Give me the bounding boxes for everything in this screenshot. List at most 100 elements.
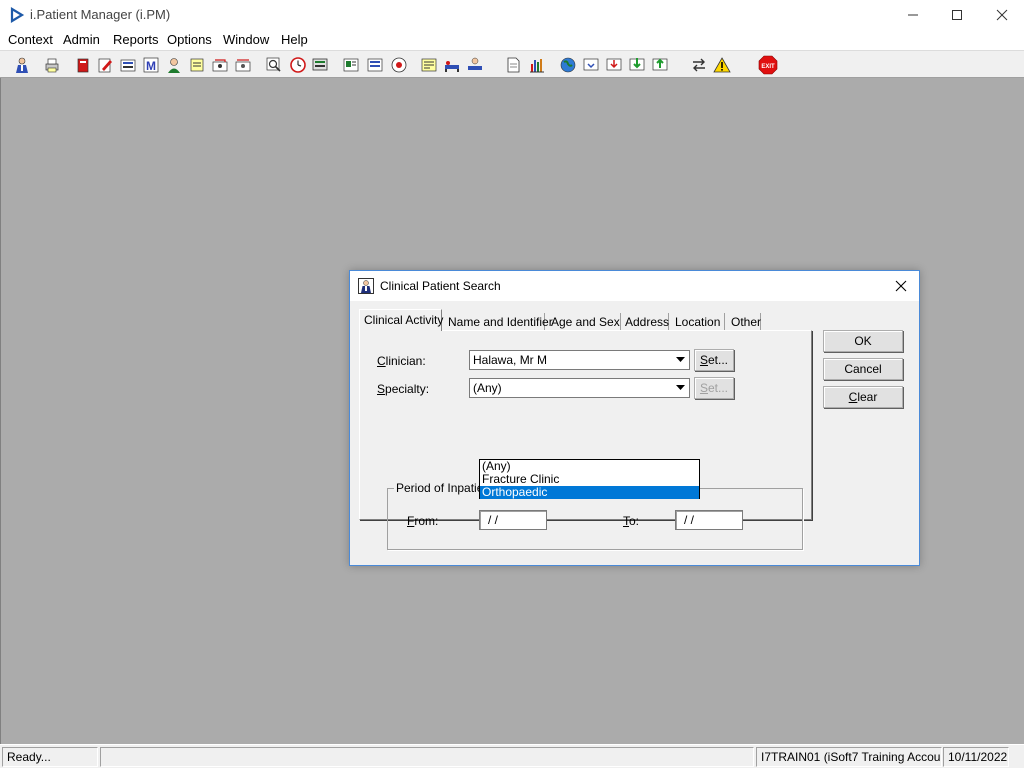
tb-screen-button[interactable] xyxy=(309,54,331,76)
tb-export-button[interactable] xyxy=(649,54,671,76)
ward-icon xyxy=(468,57,482,70)
tab-location[interactable]: Location xyxy=(671,313,725,331)
cancel-button[interactable]: Cancel xyxy=(823,358,903,380)
clear-accel: C xyxy=(848,390,858,404)
status-date: 10/11/2022 xyxy=(943,747,1009,767)
toolbar: M EXIT xyxy=(0,50,1024,78)
dialog-titlebar: Clinical Patient Search xyxy=(350,271,919,301)
list-icon xyxy=(120,59,136,72)
status-bar: Ready... I7TRAIN01 (iSoft7 Training Acco… xyxy=(0,744,1024,768)
menu-help[interactable]: Help xyxy=(281,32,308,47)
tb-ward-button[interactable] xyxy=(464,54,486,76)
dialog-close-button[interactable] xyxy=(890,275,912,297)
specialty-combo[interactable]: (Any) xyxy=(469,378,690,398)
export-icon xyxy=(652,58,668,71)
tb-search-button[interactable] xyxy=(263,54,285,76)
tb-print-button[interactable] xyxy=(41,54,63,76)
tab-age-and-sex[interactable]: Age and Sex xyxy=(547,313,621,331)
menu-context[interactable]: Context xyxy=(8,32,53,47)
close-icon xyxy=(895,280,907,292)
tb-letter-button[interactable] xyxy=(418,54,440,76)
tab-label: Age and Sex xyxy=(551,315,620,329)
close-button[interactable] xyxy=(979,0,1024,30)
tb-form-button[interactable] xyxy=(364,54,386,76)
download-icon xyxy=(606,58,622,71)
tb-download-button[interactable] xyxy=(603,54,625,76)
clinician-label: Clinician: xyxy=(377,354,426,368)
close-icon xyxy=(996,9,1008,21)
tab-clinical-activity[interactable]: Clinical Activity xyxy=(359,309,443,331)
inbox-icon xyxy=(583,58,599,71)
tb-bed-button[interactable] xyxy=(441,54,463,76)
tb-swap-button[interactable] xyxy=(688,54,710,76)
clear-button[interactable]: Clear xyxy=(823,386,903,408)
menu-window[interactable]: Window xyxy=(223,32,269,47)
clinician-combo[interactable]: Halawa, Mr M xyxy=(469,350,690,370)
dialog-title: Clinical Patient Search xyxy=(380,279,501,293)
red-book-icon xyxy=(77,58,89,73)
swap-arrows-icon xyxy=(693,58,705,72)
tb-clock-button[interactable] xyxy=(287,54,309,76)
tab-name-and-identifier[interactable]: Name and Identifier xyxy=(444,313,553,331)
tab-label: Address xyxy=(625,315,670,329)
clinician-dropdown-arrow[interactable] xyxy=(672,352,688,368)
tb-notes-button[interactable] xyxy=(186,54,208,76)
menu-bar: Context Admin Reports Options Window Hel… xyxy=(0,30,1024,50)
clinician-set-button[interactable]: Set... xyxy=(694,349,734,371)
minimize-button[interactable] xyxy=(890,0,936,30)
letter-icon xyxy=(421,58,437,72)
bed-icon xyxy=(445,61,459,72)
to-date-input[interactable]: / / xyxy=(675,510,743,530)
ok-button[interactable]: OK xyxy=(823,330,903,352)
tb-import-button[interactable] xyxy=(626,54,648,76)
tb-globe-button[interactable] xyxy=(557,54,579,76)
tab-label: Location xyxy=(675,315,721,329)
tb-chart-button[interactable] xyxy=(526,54,548,76)
set-text: et... xyxy=(708,353,729,367)
menu-reports[interactable]: Reports xyxy=(113,32,159,47)
tb-photo-button[interactable] xyxy=(340,54,362,76)
tab-address[interactable]: Address xyxy=(621,313,669,331)
specialty-value: (Any) xyxy=(473,381,502,395)
tb-exit-button[interactable]: EXIT xyxy=(757,54,779,76)
specialty-label-text: pecialty: xyxy=(385,382,430,396)
svg-text:EXIT: EXIT xyxy=(761,64,775,70)
m-letter-icon: M xyxy=(143,57,159,73)
tb-list-button[interactable] xyxy=(117,54,139,76)
specialty-set-button[interactable]: Set... xyxy=(694,377,734,399)
clinical-activity-panel: Clinician: Halawa, Mr M Set... Specialty… xyxy=(359,330,812,550)
exit-icon: EXIT xyxy=(758,55,778,75)
tb-person-button[interactable] xyxy=(163,54,185,76)
tb-book-button[interactable] xyxy=(72,54,94,76)
form-icon xyxy=(367,58,383,72)
tb-patient-button[interactable] xyxy=(11,54,33,76)
import-icon xyxy=(629,58,645,71)
document-icon xyxy=(507,57,520,73)
dialog-app-icon xyxy=(358,278,374,294)
tb-disc-button[interactable] xyxy=(388,54,410,76)
set-text: et... xyxy=(708,381,729,395)
clinician-label-accel: C xyxy=(377,354,386,368)
maximize-button[interactable] xyxy=(934,0,980,30)
tb-document-button[interactable] xyxy=(502,54,524,76)
dropdown-arrow-icon xyxy=(675,385,685,390)
warning-icon xyxy=(713,57,731,73)
patient-icon xyxy=(16,57,28,73)
tb-edit-record-button[interactable] xyxy=(94,54,116,76)
tb-inbox-button[interactable] xyxy=(580,54,602,76)
menu-options[interactable]: Options xyxy=(167,32,212,47)
from-text: rom: xyxy=(414,514,439,528)
menu-admin[interactable]: Admin xyxy=(63,32,100,47)
specialty-option-orthopaedic[interactable]: Orthopaedic xyxy=(480,486,699,499)
tb-m-button[interactable]: M xyxy=(140,54,162,76)
tb-transfer-button[interactable] xyxy=(232,54,254,76)
specialty-dropdown-arrow[interactable] xyxy=(672,380,688,396)
tab-other[interactable]: Other xyxy=(727,313,761,331)
set-accel: S xyxy=(699,353,708,367)
tb-warning-button[interactable] xyxy=(711,54,733,76)
status-message-panel xyxy=(100,747,754,767)
tab-label: Name and Identifier xyxy=(448,315,553,329)
to-label: To: xyxy=(623,514,639,528)
from-date-input[interactable]: / / xyxy=(479,510,547,530)
tb-referral-button[interactable] xyxy=(209,54,231,76)
